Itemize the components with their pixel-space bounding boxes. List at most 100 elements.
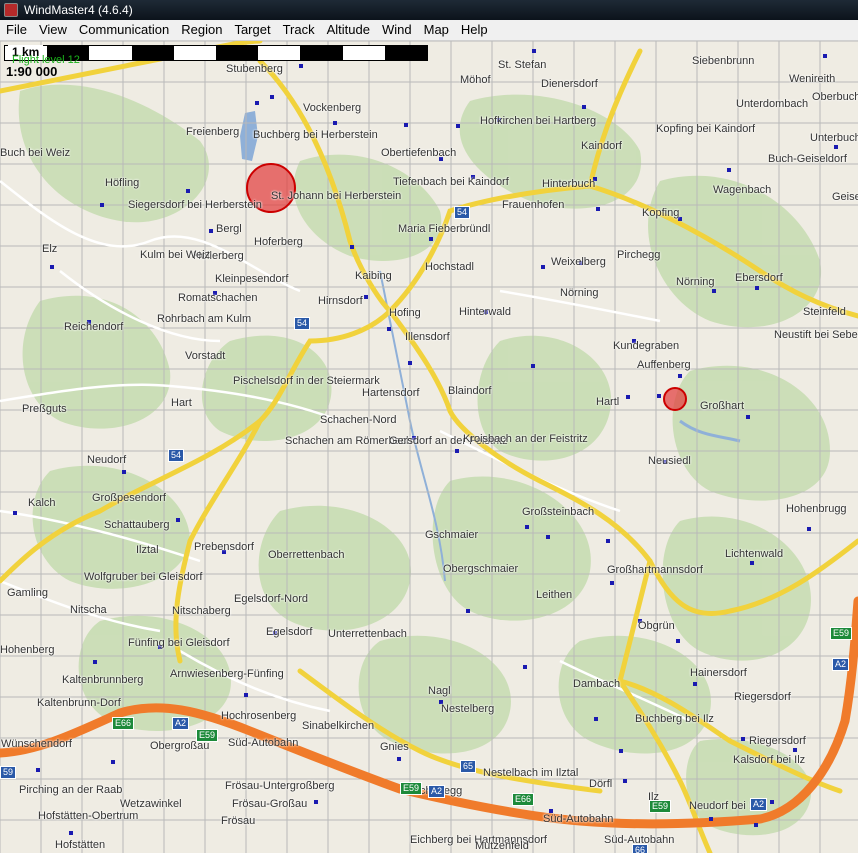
menu-communication[interactable]: Communication (73, 20, 175, 40)
place-label: Buchberg bei Ilz (635, 713, 714, 725)
waypoint-marker (594, 717, 598, 721)
place-label: Möhof (460, 74, 491, 86)
place-label: Kalch (28, 497, 56, 509)
place-label: Frösau-Untergroßberg (225, 780, 335, 792)
menu-wind[interactable]: Wind (376, 20, 418, 40)
place-label: Buch bei Weiz (0, 147, 71, 159)
place-label: Ebersdorf (735, 272, 783, 284)
road-shield: A2 (750, 798, 768, 811)
waypoint-marker (678, 374, 682, 378)
place-label: Gnies (380, 741, 409, 753)
waypoint-marker (755, 286, 759, 290)
place-label: St. Johann bei Herberstein (271, 190, 402, 202)
waypoint-marker (93, 660, 97, 664)
menu-region[interactable]: Region (175, 20, 228, 40)
place-label: Maria Fieberbründl (398, 223, 491, 235)
road-shield: 54 (168, 449, 185, 462)
forest-patch (293, 154, 442, 261)
road-shield: 54 (454, 206, 471, 219)
place-label: Blaindorf (448, 385, 492, 397)
place-label: Kaltenbrunnberg (62, 674, 144, 686)
place-label: Wagenbach (713, 184, 772, 196)
small-target[interactable] (663, 387, 687, 411)
place-label: Unterrettenbach (328, 628, 407, 640)
place-label: Obertiefenbach (381, 147, 457, 159)
waypoint-marker (36, 768, 40, 772)
place-label: Vorstadt (185, 350, 226, 362)
place-label: Nörning (560, 287, 599, 299)
place-label: Hartl (596, 396, 620, 408)
place-label: Wünschendorf (1, 738, 72, 750)
place-label: Egelsdorf-Nord (234, 593, 308, 605)
place-label: Kulm bei Weiz (140, 249, 211, 261)
place-label: Frösau (221, 815, 256, 827)
place-label: Buchberg bei Herberstein (253, 129, 378, 141)
place-label: Steinfeld (803, 306, 846, 318)
waypoint-marker (255, 101, 259, 105)
place-label: Kundegraben (613, 340, 680, 352)
place-label: Nestelberg (441, 703, 495, 715)
menu-target[interactable]: Target (228, 20, 276, 40)
waypoint-marker (546, 535, 550, 539)
place-label: Großpesendorf (92, 492, 166, 504)
menu-altitude[interactable]: Altitude (321, 20, 376, 40)
place-label: Geiseldorf (832, 191, 858, 203)
waypoint-marker (466, 609, 470, 613)
menu-view[interactable]: View (33, 20, 73, 40)
menu-bar: File View Communication Region Target Tr… (0, 20, 858, 41)
waypoint-marker (404, 123, 408, 127)
map-canvas[interactable] (0, 41, 858, 853)
place-label: Ilztal (136, 544, 159, 556)
place-label: Hainersdorf (690, 667, 747, 679)
place-label: Kaltenbrunn-Dorf (37, 697, 121, 709)
waypoint-marker (13, 511, 17, 515)
waypoint-marker (387, 327, 391, 331)
menu-help[interactable]: Help (455, 20, 494, 40)
place-label: Schachen-Nord (320, 414, 397, 426)
waypoint-marker (657, 394, 661, 398)
waypoint-marker (619, 749, 623, 753)
place-label: Hofstätten-Obertrum (38, 810, 139, 822)
road-shield: E66 (112, 717, 135, 730)
waypoint-marker (111, 760, 115, 764)
place-label: Neusiedl (648, 455, 691, 467)
waypoint-marker (350, 245, 354, 249)
place-label: Egelsdorf (266, 626, 313, 638)
road-shield: E66 (512, 793, 535, 806)
place-label: Hohenberg (0, 644, 55, 656)
place-label: Hinterbuch (542, 178, 596, 190)
window-title: WindMaster4 (4.6.4) (24, 3, 133, 17)
place-label: Obgrün (638, 620, 675, 632)
place-label: Hoferberg (254, 236, 303, 248)
forest-patch (672, 365, 830, 501)
map-view[interactable]: 1 km Flight level 12 1:90 000 Stubenberg… (0, 41, 858, 853)
menu-map[interactable]: Map (418, 20, 455, 40)
waypoint-marker (523, 665, 527, 669)
place-label: Hofing (389, 307, 421, 319)
place-label: Tiefenbach bei Kaindorf (393, 176, 509, 188)
place-label: Pirchegg (617, 249, 661, 261)
place-label: Weixelberg (551, 256, 606, 268)
scale-ratio: 1:90 000 (6, 64, 58, 79)
place-label: Süd-Autobahn (543, 813, 614, 825)
waypoint-marker (50, 265, 54, 269)
waypoint-marker (531, 364, 535, 368)
place-label: Frösau-Großau (232, 798, 308, 810)
place-label: Auffenberg (637, 359, 691, 371)
place-label: Prebensdorf (194, 541, 254, 553)
road-shield: 66 (632, 844, 649, 853)
place-label: Großhartmannsdorf (607, 564, 703, 576)
place-label: Wetzawinkel (120, 798, 182, 810)
waypoint-marker (623, 779, 627, 783)
place-label: Siebenbrunn (692, 55, 755, 67)
place-label: Nitschaberg (172, 605, 231, 617)
road-shield: 59 (0, 766, 17, 779)
place-label: Nörning (676, 276, 715, 288)
waypoint-marker (455, 449, 459, 453)
place-label: Hart (171, 397, 192, 409)
menu-track[interactable]: Track (277, 20, 321, 40)
menu-file[interactable]: File (0, 20, 33, 40)
place-label: Süd-Autobahn (228, 737, 299, 749)
waypoint-marker (299, 64, 303, 68)
road-shield: A2 (172, 717, 190, 730)
